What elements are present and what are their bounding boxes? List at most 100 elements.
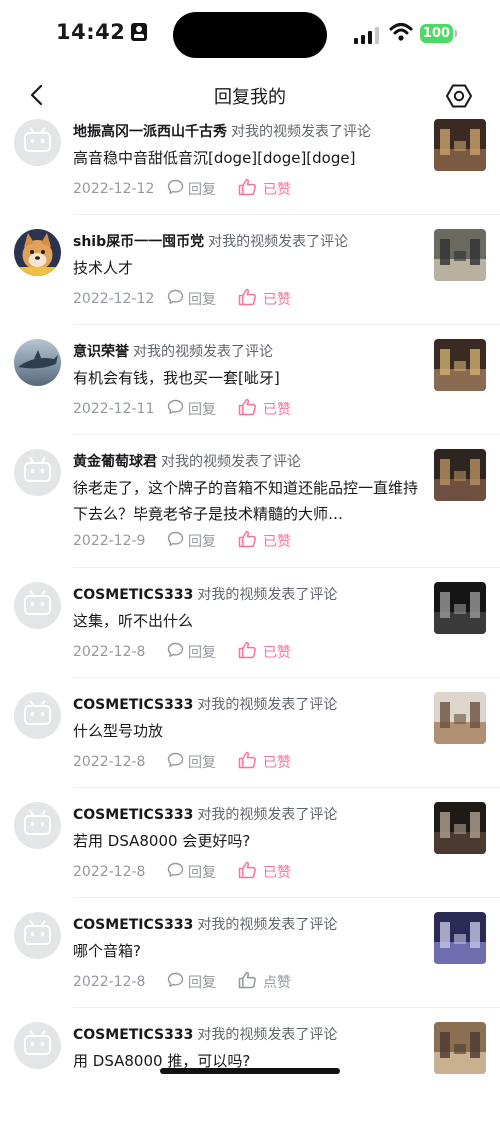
comment-header: COSMETICS333 对我的视频发表了评论: [73, 804, 337, 824]
comment-content[interactable]: 哪个音箱?: [73, 938, 423, 964]
avatar[interactable]: [14, 582, 61, 629]
avatar[interactable]: [14, 1022, 61, 1069]
video-thumbnail[interactable]: [434, 449, 486, 501]
username[interactable]: 地振高冈一派西山千古秀: [73, 124, 227, 140]
comment-content[interactable]: 这集，听不出什么: [73, 608, 423, 634]
reply-label: 回复: [188, 182, 216, 198]
thumbs-up-icon: [238, 861, 257, 883]
avatar[interactable]: [14, 339, 61, 386]
username[interactable]: COSMETICS333: [73, 587, 193, 603]
reply-button[interactable]: 回复: [167, 972, 216, 992]
comment-content[interactable]: 什么型号功放: [73, 718, 423, 744]
reply-item[interactable]: 黄金葡萄球君 对我的视频发表了评论 徐老走了，这个牌子的音箱不知道还能品控一直维持下…: [0, 435, 500, 568]
comment-date: 2022-12-12: [73, 291, 155, 307]
avatar[interactable]: [14, 449, 61, 496]
reply-item[interactable]: COSMETICS333 对我的视频发表了评论 哪个音箱? 2022-12-8 回复 点赞: [0, 898, 500, 1008]
like-button[interactable]: 已赞: [238, 641, 291, 663]
reply-item[interactable]: 地振高冈一派西山千古秀 对我的视频发表了评论高音稳中音甜低音沉[doge][dog…: [0, 105, 500, 215]
reply-button[interactable]: 回复: [167, 642, 216, 662]
username[interactable]: shib屎币一一囤币党: [73, 234, 204, 250]
username[interactable]: COSMETICS333: [73, 917, 193, 933]
avatar[interactable]: [14, 692, 61, 739]
comment-meta: 2022-12-8 回复 已赞: [73, 861, 291, 883]
username[interactable]: COSMETICS333: [73, 807, 193, 823]
comment-header: COSMETICS333 对我的视频发表了评论: [73, 584, 337, 604]
default-avatar-icon: [24, 595, 51, 615]
video-thumbnail[interactable]: [434, 912, 486, 964]
avatar[interactable]: [14, 119, 61, 166]
comment-date: 2022-12-8: [73, 644, 146, 660]
thumbs-up-icon: [238, 178, 257, 200]
like-button[interactable]: 已赞: [238, 288, 291, 310]
action-text: 对我的视频发表了评论: [197, 807, 338, 823]
reply-button[interactable]: 回复: [167, 289, 216, 309]
status-bar: 14:42 100: [0, 0, 500, 70]
reply-item[interactable]: shib屎币一一囤币党 对我的视频发表了评论技术人才 2022-12-12 回复 已赞: [0, 215, 500, 325]
reply-item[interactable]: COSMETICS333 对我的视频发表了评论 若用 DSA8000 会更好吗? 20…: [0, 788, 500, 898]
comment-header: shib屎币一一囤币党 对我的视频发表了评论: [73, 231, 348, 251]
avatar[interactable]: [14, 912, 61, 959]
like-button[interactable]: 已赞: [238, 751, 291, 773]
username[interactable]: 意识荣誉: [73, 344, 129, 360]
comment-header: COSMETICS333 对我的视频发表了评论: [73, 1024, 337, 1044]
comment-header: COSMETICS333 对我的视频发表了评论: [73, 694, 337, 714]
reply-button[interactable]: 回复: [167, 179, 216, 199]
comment-date: 2022-12-12: [73, 181, 155, 197]
thumbs-up-icon: [238, 641, 257, 663]
video-thumbnail[interactable]: [434, 802, 486, 854]
comment-date: 2022-12-11: [73, 401, 155, 417]
username[interactable]: COSMETICS333: [73, 1027, 193, 1043]
battery-level: 100: [422, 26, 451, 41]
like-label: 已赞: [263, 182, 291, 198]
comment-content[interactable]: 徐老走了，这个牌子的音箱不知道还能品控一直维持下去么？毕竟老爷子是技术精髓的大师…: [73, 475, 423, 527]
comment-content[interactable]: 高音稳中音甜低音沉[doge][doge][doge]: [73, 145, 423, 171]
home-indicator: [160, 1068, 340, 1074]
comment-date: 2022-12-8: [73, 974, 146, 990]
default-avatar-icon: [24, 815, 51, 835]
avatar[interactable]: [14, 802, 61, 849]
action-text: 对我的视频发表了评论: [197, 697, 338, 713]
battery-indicator: 100: [420, 24, 457, 43]
thumbs-up-icon: [238, 398, 257, 420]
like-label: 已赞: [263, 755, 291, 771]
comment-date: 2022-12-8: [73, 754, 146, 770]
video-thumbnail[interactable]: [434, 582, 486, 634]
comment-content[interactable]: 技术人才: [73, 255, 423, 281]
reply-label: 回复: [188, 865, 216, 881]
default-avatar-icon: [24, 925, 51, 945]
status-time-text: 14:42: [56, 20, 126, 44]
like-button[interactable]: 已赞: [238, 861, 291, 883]
comment-header: 意识荣誉 对我的视频发表了评论: [73, 341, 273, 361]
comment-meta: 2022-12-12 回复 已赞: [73, 288, 291, 310]
reply-icon: [167, 531, 184, 551]
video-thumbnail[interactable]: [434, 119, 486, 171]
reply-button[interactable]: 回复: [167, 862, 216, 882]
username[interactable]: 黄金葡萄球君: [73, 454, 157, 470]
like-button[interactable]: 已赞: [238, 178, 291, 200]
comment-content[interactable]: 有机会有钱，我也买一套[呲牙]: [73, 365, 423, 391]
status-time: 14:42: [56, 20, 148, 44]
reply-icon: [167, 972, 184, 992]
reply-item[interactable]: 意识荣誉 对我的视频发表了评论有机会有钱，我也买一套[呲牙] 2022-12-11 回…: [0, 325, 500, 435]
reply-button[interactable]: 回复: [167, 752, 216, 772]
thumbs-up-icon: [238, 288, 257, 310]
like-button[interactable]: 已赞: [238, 530, 291, 552]
video-thumbnail[interactable]: [434, 1022, 486, 1074]
dynamic-island: [173, 12, 327, 58]
like-button[interactable]: 点赞: [238, 971, 291, 993]
reply-button[interactable]: 回复: [167, 531, 216, 551]
reply-item[interactable]: COSMETICS333 对我的视频发表了评论什么型号功放 2022-12-8 回复 已…: [0, 678, 500, 788]
reply-item[interactable]: COSMETICS333 对我的视频发表了评论这集，听不出什么 2022-12-8 回…: [0, 568, 500, 678]
comment-meta: 2022-12-8 回复 已赞: [73, 641, 291, 663]
reply-button[interactable]: 回复: [167, 399, 216, 419]
video-thumbnail[interactable]: [434, 229, 486, 281]
like-label: 已赞: [263, 865, 291, 881]
action-text: 对我的视频发表了评论: [231, 124, 371, 140]
avatar[interactable]: [14, 229, 61, 276]
like-label: 已赞: [263, 402, 291, 418]
like-button[interactable]: 已赞: [238, 398, 291, 420]
video-thumbnail[interactable]: [434, 339, 486, 391]
video-thumbnail[interactable]: [434, 692, 486, 744]
comment-content[interactable]: 若用 DSA8000 会更好吗?: [73, 828, 423, 854]
username[interactable]: COSMETICS333: [73, 697, 193, 713]
